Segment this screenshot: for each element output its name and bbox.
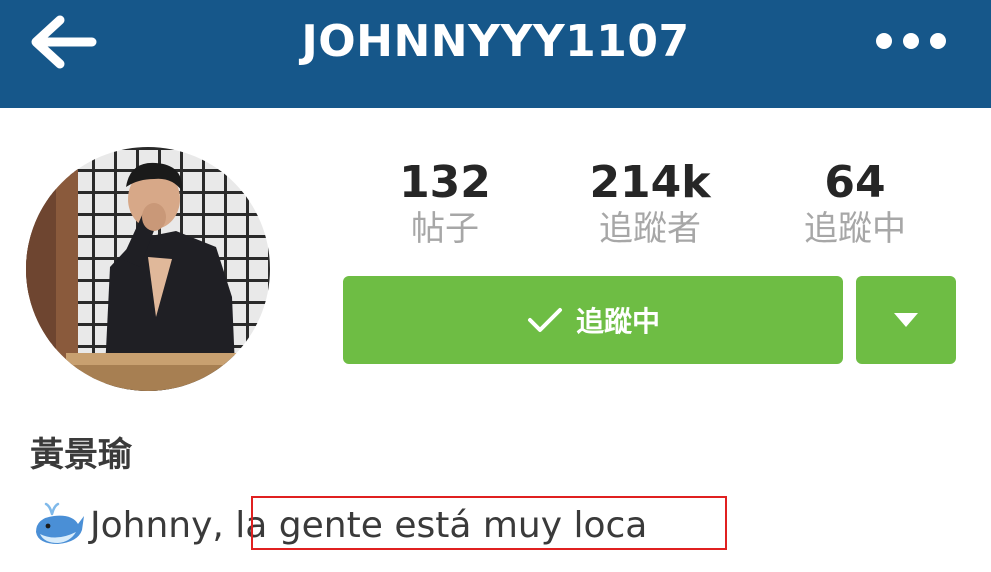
whale-emoji-icon (36, 502, 84, 544)
arrow-left-icon (31, 15, 97, 69)
following-label: 追蹤中 (804, 209, 906, 249)
followers-label: 追蹤者 (599, 209, 701, 249)
page-title: JOHNNYYY1107 (301, 16, 690, 67)
profile-page: JOHNNYYY1107 132 帖子 214k 追蹤者 64 追蹤中 追蹤中 … (0, 0, 991, 572)
posts-label: 帖子 (411, 209, 479, 249)
more-dots-icon (876, 33, 946, 49)
checkmark-icon (527, 308, 562, 332)
followers-count: 214k (589, 157, 711, 208)
stat-followers[interactable]: 214k 追蹤者 (580, 157, 720, 251)
stat-posts[interactable]: 132 帖子 (390, 157, 500, 251)
triangle-down-icon (894, 313, 918, 327)
display-name: 黃景瑜 (30, 435, 132, 475)
following-count: 64 (824, 157, 886, 208)
following-button-label: 追蹤中 (575, 305, 660, 338)
profile-photo (26, 147, 270, 391)
following-button[interactable]: 追蹤中 (343, 276, 843, 364)
more-options-button[interactable] (866, 24, 956, 58)
stat-following[interactable]: 64 追蹤中 (790, 157, 920, 251)
top-navigation-bar: JOHNNYYY1107 (0, 0, 991, 108)
back-button[interactable] (24, 10, 104, 74)
posts-count: 132 (399, 157, 491, 208)
suggested-dropdown-button[interactable] (856, 276, 956, 364)
avatar[interactable] (26, 147, 270, 391)
bio-text-prefix: Johnny, (90, 504, 224, 546)
highlight-annotation-box (251, 496, 727, 550)
